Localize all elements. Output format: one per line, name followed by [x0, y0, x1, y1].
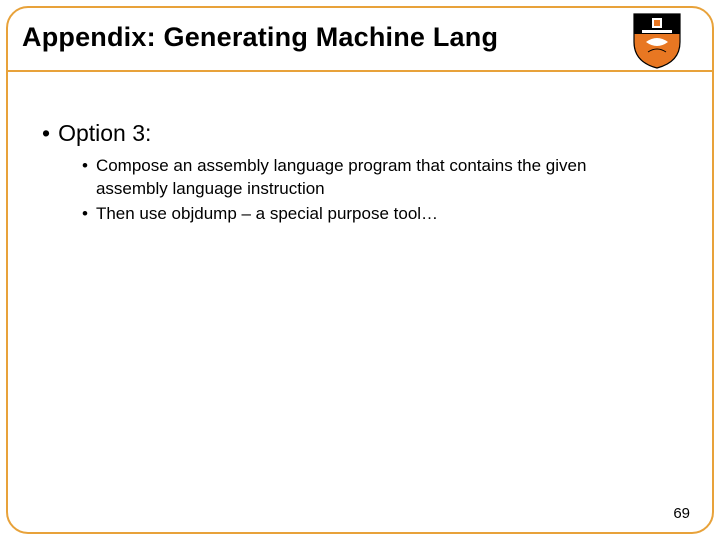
title-bar: Appendix: Generating Machine Lang — [8, 8, 712, 72]
princeton-shield-icon — [632, 12, 682, 75]
option-label: Option 3: — [58, 120, 151, 147]
option-row: • Option 3: — [42, 120, 672, 147]
bullet-icon: • — [82, 155, 88, 178]
slide-frame: Appendix: Generating Machine Lang • Opti… — [6, 6, 714, 534]
bullet-icon: • — [82, 203, 88, 226]
list-item-text: Then use objdump – a special purpose too… — [96, 203, 438, 226]
list-item: • Then use objdump – a special purpose t… — [82, 203, 672, 226]
bullet-icon: • — [42, 122, 50, 145]
page-number: 69 — [673, 505, 690, 522]
sub-bullet-list: • Compose an assembly language program t… — [42, 153, 672, 226]
slide-body: • Option 3: • Compose an assembly langua… — [8, 72, 712, 226]
list-item: • Compose an assembly language program t… — [82, 155, 672, 201]
list-item-text: Compose an assembly language program tha… — [96, 155, 656, 201]
slide-title: Appendix: Generating Machine Lang — [22, 22, 692, 53]
